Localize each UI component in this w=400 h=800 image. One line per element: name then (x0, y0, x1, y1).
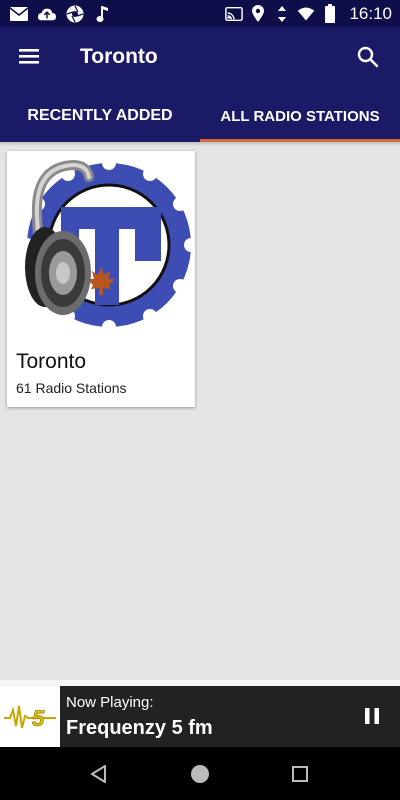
pause-icon (365, 708, 379, 724)
card-subtitle: 61 Radio Stations (16, 380, 127, 396)
cloud-upload-icon (38, 5, 56, 23)
status-system-icons: 16:10 (225, 4, 392, 24)
station-card-toronto[interactable]: Toronto 61 Radio Stations (7, 151, 198, 407)
frequenzy-logo: 5 (0, 686, 60, 747)
back-icon (91, 765, 106, 783)
app-bar: Toronto (0, 27, 400, 90)
status-time: 16:10 (349, 4, 392, 23)
cast-icon (225, 5, 244, 23)
search-icon (357, 46, 379, 68)
recents-button[interactable] (289, 763, 311, 785)
system-nav-bar (0, 747, 400, 800)
wifi-icon (297, 5, 315, 23)
pause-button[interactable] (362, 706, 382, 726)
svg-text:5: 5 (32, 706, 45, 731)
recents-icon (292, 766, 308, 782)
tab-all-radio-stations[interactable]: ALL RADIO STATIONS (200, 90, 400, 142)
card-title: Toronto (16, 350, 87, 373)
menu-button[interactable] (16, 45, 46, 71)
menu-icon (19, 49, 39, 64)
tab-shadow (0, 142, 400, 146)
now-playing-label: Now Playing: (66, 694, 154, 711)
battery-icon (321, 4, 339, 23)
aperture-icon (66, 5, 84, 23)
tab-bar: RECENTLY ADDED ALL RADIO STATIONS (0, 90, 400, 142)
music-note-icon (94, 5, 112, 23)
status-notifications (10, 4, 112, 24)
data-arrows-icon (273, 5, 291, 23)
page-title: Toronto (80, 45, 158, 68)
mail-icon (10, 5, 28, 23)
location-icon (249, 5, 267, 23)
tab-recently-added[interactable]: RECENTLY ADDED (0, 90, 200, 142)
home-icon (191, 765, 209, 783)
now-playing-bar[interactable]: 5 Now Playing: Frequenzy 5 fm (0, 686, 400, 747)
search-button[interactable] (356, 45, 382, 71)
now-playing-station: Frequenzy 5 fm (66, 717, 213, 739)
back-button[interactable] (88, 763, 110, 785)
status-bar: 16:10 (0, 0, 400, 27)
home-button[interactable] (189, 763, 211, 785)
headphones-toronto-logo (11, 155, 198, 335)
